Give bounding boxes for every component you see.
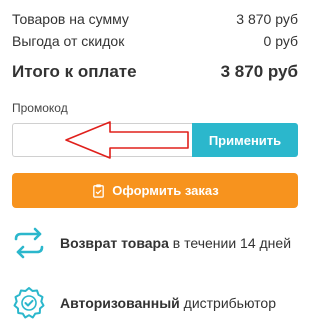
return-arrows-icon	[12, 226, 46, 260]
total-value: 3 870 руб	[220, 62, 298, 81]
authorized-distributor-text: Авторизованный дистрибьютор	[60, 295, 276, 311]
promo-input-wrapper[interactable]	[12, 123, 192, 157]
checkout-button[interactable]: Оформить заказ	[12, 173, 298, 208]
discount-row: Выгода от скидок 0 руб	[12, 33, 298, 49]
return-policy-bold: Возврат товара	[60, 235, 169, 251]
return-policy-rest: в течении 14 дней	[168, 235, 292, 251]
authorized-distributor-feature: Авторизованный дистрибьютор	[12, 286, 276, 320]
apply-promo-button[interactable]: Применить	[192, 123, 298, 157]
return-policy-text: Возврат товара в течении 14 дней	[60, 235, 291, 251]
goods-sum-row: Товаров на сумму 3 870 руб	[12, 11, 298, 27]
goods-sum-value: 3 870 руб	[236, 11, 298, 27]
total-row: Итого к оплате 3 870 руб	[12, 62, 298, 82]
promo-label: Промокод	[12, 101, 68, 115]
discount-value: 0 руб	[263, 33, 298, 49]
discount-label: Выгода от скидок	[12, 33, 125, 49]
return-policy-feature: Возврат товара в течении 14 дней	[12, 226, 291, 260]
total-label: Итого к оплате	[12, 62, 137, 81]
distributor-bold: Авторизованный	[60, 295, 180, 311]
distributor-rest: дистрибьютор	[179, 295, 276, 311]
goods-sum-label: Товаров на сумму	[12, 11, 129, 27]
verified-badge-icon	[12, 286, 46, 320]
checkout-button-label: Оформить заказ	[112, 183, 219, 198]
promo-input[interactable]	[13, 124, 192, 156]
clipboard-icon	[93, 184, 105, 198]
